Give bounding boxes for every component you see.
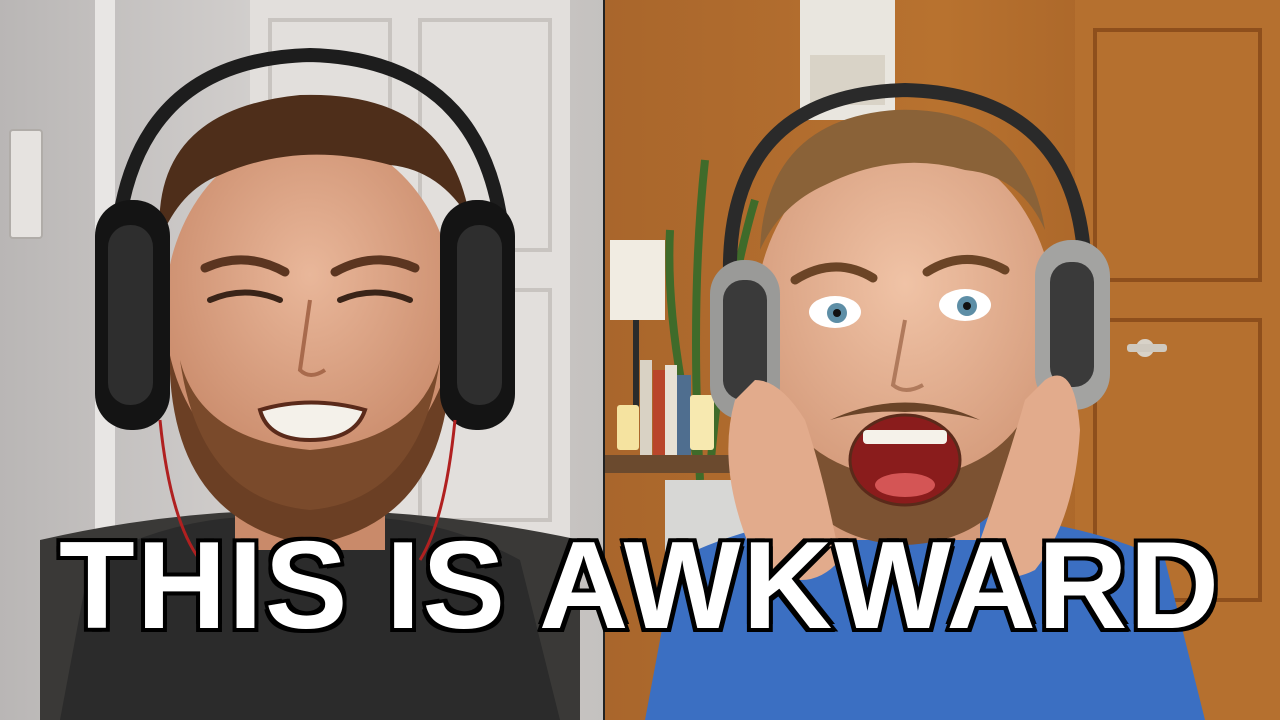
thumbnail-caption: THIS IS AWKWARD	[55, 514, 1222, 659]
light-switch	[9, 129, 43, 239]
lamp-shade	[610, 240, 665, 320]
candle	[617, 405, 639, 450]
